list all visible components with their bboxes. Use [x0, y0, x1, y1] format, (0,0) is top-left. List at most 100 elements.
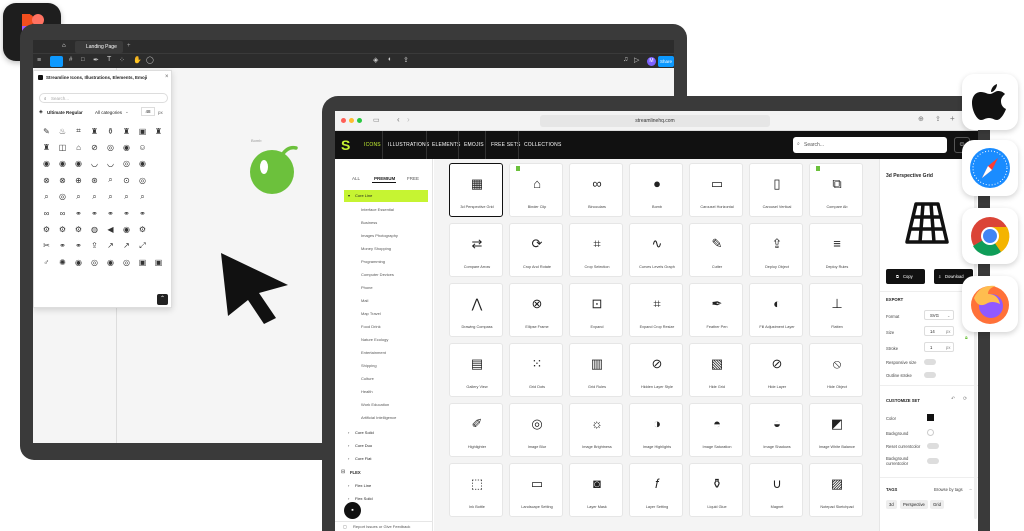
download-icon[interactable]: ⊕ [918, 115, 924, 123]
icon-cell[interactable]: ↗ [119, 238, 134, 254]
icon-cell[interactable] [151, 238, 166, 254]
play-icon[interactable]: ▷ [634, 56, 639, 64]
category-item[interactable]: Shipping [361, 363, 377, 368]
icon-cell[interactable]: ⊛ [87, 172, 102, 188]
icon-cell[interactable]: ⤢ [135, 238, 150, 254]
set-core-solid[interactable]: Core Solid [355, 430, 374, 435]
icon-cell[interactable]: ♨ [55, 123, 70, 139]
icon-cell[interactable]: ⌂ [71, 139, 86, 155]
icon-cell[interactable]: ♜ [119, 123, 134, 139]
background-currentcolor-toggle[interactable] [927, 458, 939, 464]
icon-cell[interactable]: ⚭ [55, 238, 70, 254]
icon-card[interactable]: ▧ Hide Grid [689, 343, 743, 397]
frame-tool-icon[interactable]: # [69, 57, 72, 63]
icon-cell[interactable]: ⌕ [39, 189, 54, 205]
icon-cell[interactable]: ⌕ [135, 189, 150, 205]
new-tab-icon[interactable]: + [127, 43, 131, 49]
icon-card[interactable]: ⦸ Hide Object [809, 343, 863, 397]
icon-card[interactable]: ◙ Layer Mask [569, 463, 623, 517]
icon-cell[interactable] [151, 189, 166, 205]
site-search-input[interactable]: ⌕ Search... [793, 137, 947, 153]
category-item[interactable]: Nature Ecology [361, 337, 388, 342]
icon-cell[interactable]: ◉ [119, 139, 134, 155]
set-core-duo[interactable]: Core Duo [355, 443, 372, 448]
reset-icon[interactable]: ⟳ [963, 396, 967, 402]
category-item[interactable]: Programming [361, 259, 385, 264]
icon-cell[interactable]: ↗ [103, 238, 118, 254]
zoom-window-button[interactable] [357, 118, 362, 123]
icon-cell[interactable]: ⚭ [71, 205, 86, 221]
safari-app-icon[interactable] [962, 140, 1018, 196]
icon-card[interactable]: ▭ Carousel Horizontal [689, 163, 743, 217]
category-item[interactable]: Computer Devices [361, 272, 394, 277]
icon-cell[interactable]: ⌕ [87, 189, 102, 205]
headphones-icon[interactable]: ♫ [623, 56, 628, 63]
icon-cell[interactable]: ◉ [71, 156, 86, 172]
icon-cell[interactable]: ▣ [135, 254, 150, 270]
set-flex-solid[interactable]: Flex Solid [355, 496, 373, 501]
icon-card[interactable]: ≡ Deploy Rules [809, 223, 863, 277]
tag-chip[interactable]: Grid [930, 500, 944, 509]
icon-cell[interactable]: ◎ [55, 189, 70, 205]
undo-icon[interactable]: ↶ [951, 396, 955, 402]
icon-cell[interactable] [151, 221, 166, 237]
icon-cell[interactable]: ⚙ [39, 221, 54, 237]
set-core-flat[interactable]: Core Flat [355, 456, 371, 461]
icon-cell[interactable]: ⌕ [103, 172, 118, 188]
icon-cell[interactable] [151, 156, 166, 172]
icon-card[interactable]: ▦ 3d Perspective Grid [449, 163, 503, 217]
icon-cell[interactable]: ⊘ [87, 139, 102, 155]
icon-cell[interactable] [151, 205, 166, 221]
icon-card[interactable]: ✐ Highlighter [449, 403, 503, 457]
icon-card[interactable]: ∿ Curves Levels Graph [629, 223, 683, 277]
share-icon[interactable]: ⇪ [403, 56, 409, 64]
icon-card[interactable]: ☼ Image Brightness [569, 403, 623, 457]
category-item[interactable]: Food Drink [361, 324, 381, 329]
icon-cell[interactable]: ◉ [103, 254, 118, 270]
icon-cell[interactable]: ◉ [55, 156, 70, 172]
icon-cell[interactable]: ⌕ [119, 189, 134, 205]
responsive-size-toggle[interactable] [924, 359, 936, 365]
minimize-window-button[interactable] [349, 118, 354, 123]
icon-card[interactable]: ⋀ Drawing Compass [449, 283, 503, 337]
icon-cell[interactable]: ∞ [55, 205, 70, 221]
icon-cell[interactable]: ♜ [39, 139, 54, 155]
icon-cell[interactable] [151, 172, 166, 188]
icon-cell[interactable]: ◀ [103, 221, 118, 237]
icon-card[interactable]: ∞ Binoculars [569, 163, 623, 217]
icon-card[interactable]: ⊘ Hidden Layer Style [629, 343, 683, 397]
copy-button[interactable]: ⧉ Copy [886, 269, 925, 284]
tab-landing-page[interactable]: Landing Page [75, 41, 123, 53]
pen-tool-icon[interactable]: ✒ [93, 56, 99, 64]
icon-cell[interactable]: ⊗ [55, 172, 70, 188]
firefox-app-icon[interactable] [962, 276, 1018, 332]
icon-cell[interactable]: ⌗ [71, 123, 86, 139]
icon-card[interactable]: ⁙ Grid Dots [509, 343, 563, 397]
icon-cell[interactable]: ◍ [87, 221, 102, 237]
format-select[interactable]: SVG ⌄ [924, 310, 954, 320]
category-item[interactable]: Phone [361, 285, 373, 290]
category-item[interactable]: Work Education [361, 402, 389, 407]
icon-card[interactable]: ● Bomb [629, 163, 683, 217]
sidebar-icon[interactable]: ▭ [373, 116, 380, 124]
comment-tool-icon[interactable]: ◯ [146, 56, 154, 64]
icon-cell[interactable]: ⚭ [119, 205, 134, 221]
chat-icon[interactable]: ▪ [344, 502, 361, 519]
icon-card[interactable]: ⧉ Compare Ab [809, 163, 863, 217]
url-bar[interactable]: streamlinehq.com [540, 115, 770, 127]
home-icon[interactable]: ⌂ [62, 43, 66, 49]
icon-cell[interactable]: ∞ [39, 205, 54, 221]
icon-card[interactable]: ▥ Grid Rules [569, 343, 623, 397]
share-button[interactable]: Share [658, 56, 674, 67]
scroll-top-icon[interactable]: ⌃ [157, 294, 168, 305]
icon-cell[interactable]: ▣ [135, 123, 150, 139]
nav-collections[interactable]: COLLECTIONS [518, 131, 567, 159]
icon-card[interactable]: ⇄ Compare Arrow [449, 223, 503, 277]
icon-card[interactable]: ⊗ Ellipse Frame [509, 283, 563, 337]
set-flex-line[interactable]: Flex Line [355, 483, 371, 488]
category-item[interactable]: Money Shopping [361, 246, 391, 251]
filter-tab-free[interactable]: FREE [407, 176, 419, 181]
icon-cell[interactable]: ◡ [87, 156, 102, 172]
icon-card[interactable]: ∪ Magnet [749, 463, 803, 517]
icon-cell[interactable]: ✺ [55, 254, 70, 270]
